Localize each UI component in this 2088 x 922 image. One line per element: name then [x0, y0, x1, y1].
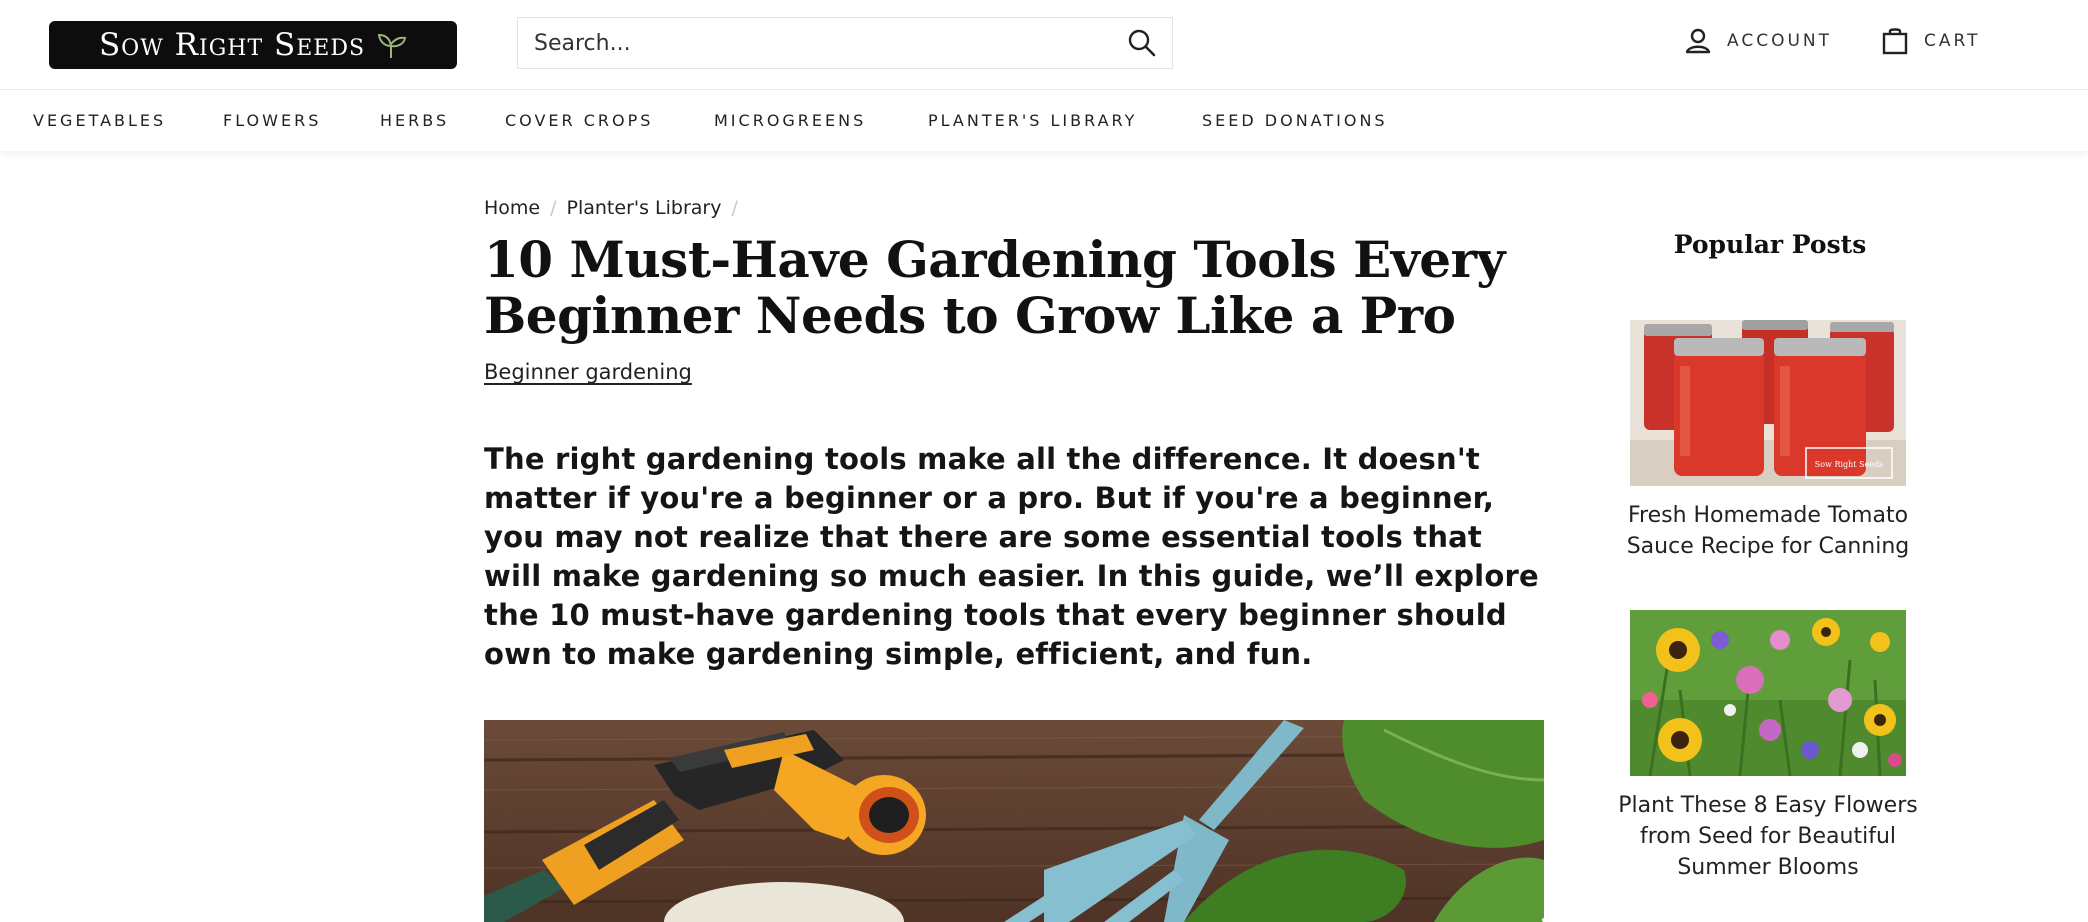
- breadcrumb-current[interactable]: Planter's Library: [567, 197, 722, 219]
- article-tag-link[interactable]: Beginner gardening: [484, 360, 692, 384]
- jar-watermark: Sow Right Seeds: [1815, 460, 1883, 469]
- account-label: ACCOUNT: [1727, 31, 1832, 51]
- cart-label: CART: [1924, 31, 1981, 51]
- breadcrumb-separator: /: [550, 197, 557, 219]
- cart-bag-icon: [1882, 28, 1908, 55]
- nav-item-herbs[interactable]: HERBS: [380, 111, 449, 130]
- article-intro: The right gardening tools make all the d…: [484, 442, 1539, 671]
- sprout-icon: [377, 33, 407, 58]
- hero-image: [484, 720, 1544, 922]
- post-title-summer-flowers[interactable]: Plant These 8 Easy Flowers from Seed for…: [1600, 790, 1936, 883]
- cart-link[interactable]: CART: [1880, 26, 1980, 56]
- nav-item-seed-donations[interactable]: SEED DONATIONS: [1202, 111, 1388, 130]
- nav-item-vegetables[interactable]: VEGETABLES: [33, 111, 166, 130]
- breadcrumb: Home / Planter's Library /: [484, 197, 738, 219]
- user-icon: [1685, 28, 1711, 54]
- article-title: 10 Must-Have Gardening Tools Every Begin…: [484, 230, 1505, 345]
- post-title-tomato-sauce[interactable]: Fresh Homemade Tomato Sauce Recipe for C…: [1600, 500, 1936, 562]
- post-thumbnail-tomato-sauce[interactable]: Sow Right Seeds: [1630, 320, 1906, 486]
- main-nav: VEGETABLES FLOWERS HERBS COVER CROPS MIC…: [0, 91, 2088, 151]
- search-icon[interactable]: [1126, 27, 1158, 59]
- nav-item-cover-crops[interactable]: COVER CROPS: [505, 111, 653, 130]
- post-thumbnail-flowers[interactable]: [1630, 610, 1906, 776]
- logo-text: Sow Right Seeds: [98, 27, 366, 63]
- breadcrumb-home[interactable]: Home: [484, 197, 540, 219]
- breadcrumb-separator: /: [731, 197, 738, 219]
- nav-item-planters-library[interactable]: PLANTER'S LIBRARY: [928, 111, 1137, 130]
- nav-item-microgreens[interactable]: MICROGREENS: [714, 111, 866, 130]
- popular-posts-heading: Popular Posts: [1673, 230, 1867, 259]
- nav-item-flowers[interactable]: FLOWERS: [223, 111, 321, 130]
- account-link[interactable]: ACCOUNT: [1683, 26, 1832, 56]
- search-input[interactable]: [534, 30, 1126, 56]
- site-header: Sow Right Seeds ACCOUNT CART: [0, 0, 2088, 90]
- search-bar[interactable]: [517, 17, 1173, 69]
- site-logo[interactable]: Sow Right Seeds: [49, 21, 457, 69]
